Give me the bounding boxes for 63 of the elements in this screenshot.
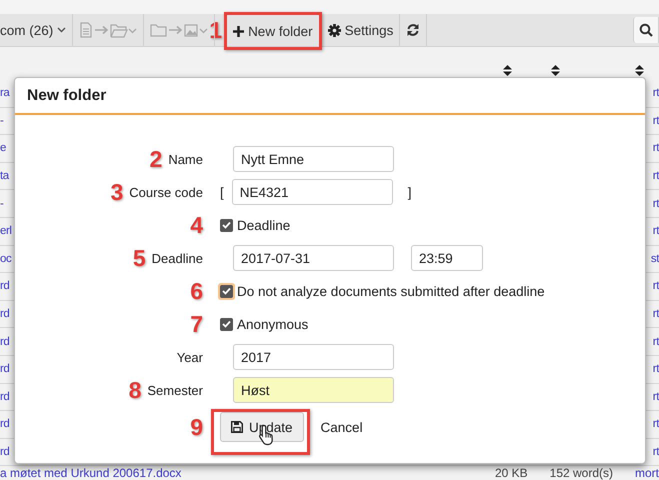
sort-icon[interactable] (503, 65, 512, 76)
step-number: 7 (190, 312, 203, 336)
step-number: 3 (110, 180, 124, 204)
field-label: Course code (129, 184, 203, 200)
gear-icon (328, 24, 341, 36)
checkmark-icon (222, 287, 231, 295)
step-number: 6 (190, 280, 203, 302)
step-number: 4 (190, 214, 203, 236)
step-number: 5 (132, 246, 146, 270)
checkbox[interactable] (218, 216, 235, 234)
row-link[interactable]: rt (652, 390, 659, 403)
search-icon (639, 23, 653, 37)
text-field[interactable]: Nytt Emne (233, 146, 394, 172)
row-link[interactable]: rt (652, 170, 659, 182)
row-link[interactable]: rt (652, 363, 659, 376)
time-field[interactable]: 23:59 (411, 245, 483, 271)
refresh-icon (406, 23, 420, 37)
text-field[interactable]: 2017 (233, 344, 394, 370)
sort-icon[interactable] (551, 65, 560, 76)
checkbox[interactable] (218, 282, 235, 300)
file-size: 20 KB (494, 466, 528, 480)
word-count: 152 word(s) (550, 466, 613, 480)
field-label: Name (168, 152, 203, 166)
plus-icon (233, 26, 244, 36)
step-number: 2 (150, 148, 162, 170)
checkmark-icon (222, 221, 231, 229)
cancel-button[interactable]: Cancel (320, 420, 363, 434)
row-link[interactable]: rt (652, 308, 659, 320)
row-link[interactable]: rt (652, 225, 659, 238)
sort-icon[interactable] (635, 65, 644, 76)
row-link[interactable]: st (650, 252, 659, 265)
checkbox-label: Anonymous (237, 316, 308, 332)
checkmark-icon (222, 320, 231, 328)
row-link[interactable]: rt (652, 87, 659, 100)
row-link[interactable]: rt (652, 446, 659, 458)
field-label: Semester (147, 382, 203, 398)
file-link[interactable]: a møtet med Urkund 200617.docx (0, 466, 495, 480)
settings-button[interactable]: Settings (322, 14, 400, 46)
row-link[interactable]: mort (635, 466, 659, 480)
bracket: ] (408, 184, 412, 200)
field-label: Year (176, 350, 203, 364)
field-label: Deadline (152, 250, 203, 266)
checkbox[interactable] (218, 316, 235, 332)
text-field[interactable]: NE4321 (232, 179, 393, 205)
row-link[interactable]: rt (652, 418, 659, 430)
caret-icon[interactable] (57, 27, 66, 33)
text-field[interactable]: Høst (233, 377, 394, 403)
dialog-title: New folder (15, 78, 645, 115)
save-icon (231, 421, 243, 433)
new-folder-button[interactable]: New folder (224, 12, 322, 50)
bracket: [ (220, 184, 224, 200)
checkbox-label: Do not analyze documents submitted after deadline (237, 284, 545, 298)
checkbox-label: Deadline (237, 218, 290, 232)
row-link[interactable]: rt (652, 142, 659, 154)
step-number: 9 (190, 416, 203, 438)
date-field[interactable]: 2017-07-31 (233, 245, 394, 271)
row-link[interactable]: rt (652, 114, 659, 127)
row-link[interactable]: rt (652, 336, 659, 348)
row-link[interactable]: rt (652, 280, 659, 292)
row-link[interactable]: rt (652, 198, 659, 210)
folder-dropdown[interactable]: com (26) (0, 14, 74, 46)
step-number: 8 (128, 378, 142, 402)
search-button[interactable] (633, 17, 659, 43)
